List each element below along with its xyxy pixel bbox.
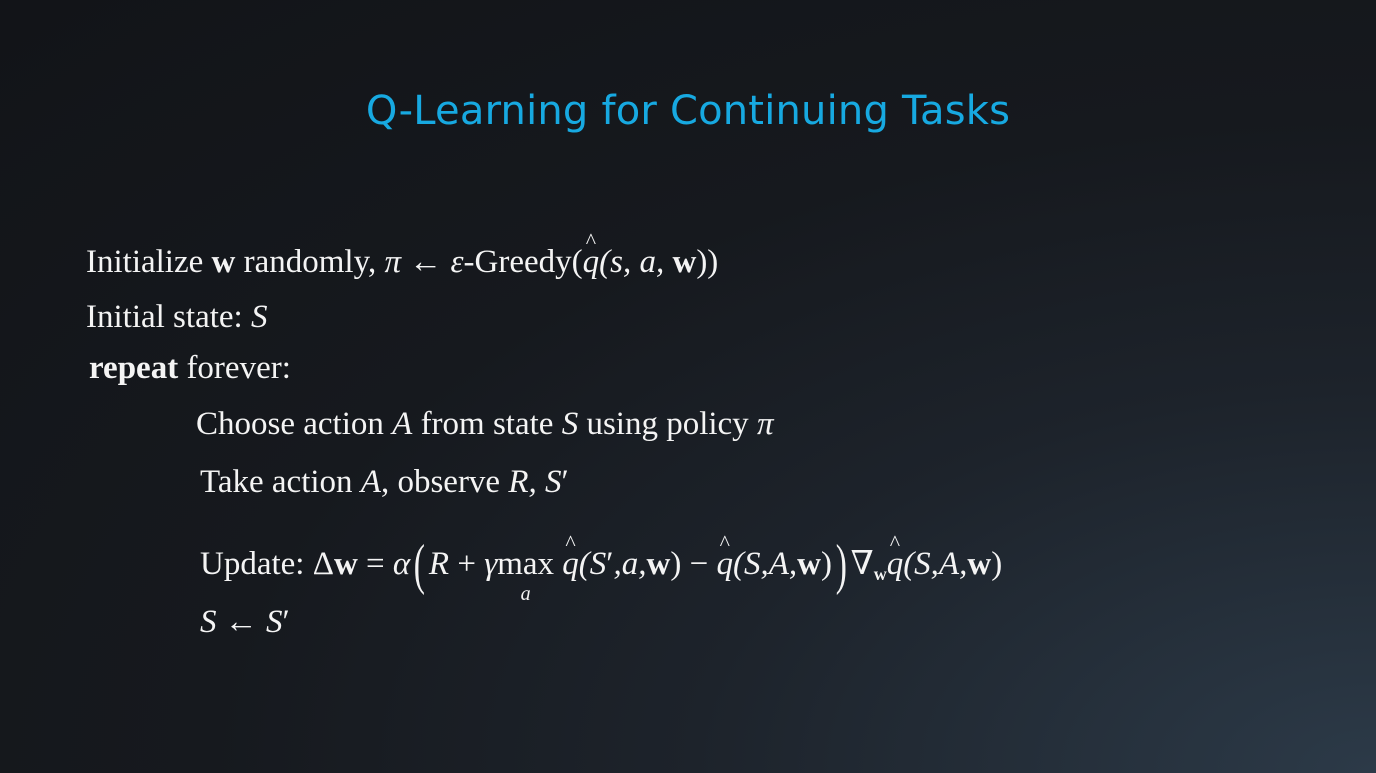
state-symbol: S bbox=[250, 299, 268, 335]
max-subscript: a bbox=[520, 583, 531, 605]
repeat-text: forever: bbox=[178, 350, 291, 386]
slide: Q-Learning for Continuing Tasks Initiali… bbox=[0, 0, 1376, 773]
init-close: )) bbox=[696, 244, 719, 280]
update-label: Update: bbox=[200, 546, 313, 582]
close-paren-1: ) bbox=[670, 546, 682, 582]
close-paren-3: ) bbox=[991, 546, 1003, 582]
gamma-symbol: γ bbox=[484, 546, 498, 582]
state-symbol: S bbox=[200, 604, 217, 640]
q-args: (s, a, bbox=[599, 244, 673, 280]
q-hat-symbol-3: q bbox=[887, 548, 904, 581]
choose-text-1: Choose action bbox=[196, 406, 393, 442]
choose-text-3: using policy bbox=[578, 406, 757, 442]
prime-mark: ′ bbox=[606, 546, 614, 582]
policy-symbol: π bbox=[384, 244, 402, 280]
equals-sign: = bbox=[357, 546, 393, 582]
alpha-symbol: α bbox=[392, 546, 411, 582]
repeat-line: repeat forever: bbox=[89, 352, 291, 385]
q-hat-symbol-2: q bbox=[716, 548, 733, 581]
weights-symbol: w bbox=[211, 244, 236, 280]
weights-symbol: w bbox=[646, 546, 671, 582]
take-text-1: Take action bbox=[200, 464, 361, 500]
state-symbol: S bbox=[561, 406, 579, 442]
weights-symbol: w bbox=[797, 546, 821, 582]
next-state-symbol: S bbox=[266, 604, 283, 640]
state-text: Initial state: bbox=[86, 299, 251, 335]
init-text-2: randomly, bbox=[235, 244, 385, 280]
q-args-2: (S,A, bbox=[732, 546, 798, 582]
repeat-keyword: repeat bbox=[89, 350, 179, 386]
prime-mark: ′ bbox=[561, 464, 569, 500]
take-text-2: , observe bbox=[380, 464, 509, 500]
right-paren: ) bbox=[835, 534, 847, 596]
q-hat-symbol: q bbox=[562, 548, 579, 581]
nabla-subscript: w bbox=[873, 564, 887, 584]
init-line: Initialize w randomly, π ← ε-Greedy(q(s,… bbox=[86, 246, 718, 279]
q-hat-symbol: q bbox=[583, 246, 600, 279]
update-line: Update: Δw = α(R + γ maxa q(S′,a,w) − q(… bbox=[200, 534, 1003, 605]
max-text: max bbox=[497, 546, 555, 582]
q-args-1a: (S bbox=[578, 546, 607, 582]
state-line: Initial state: S bbox=[86, 301, 267, 334]
assign-arrow: ← bbox=[401, 244, 451, 280]
slide-title: Q-Learning for Continuing Tasks bbox=[365, 88, 1011, 134]
prime-mark: ′ bbox=[282, 604, 290, 640]
minus-sign: − bbox=[681, 546, 717, 582]
action-symbol: A bbox=[360, 464, 381, 500]
assign-arrow: ← bbox=[216, 604, 266, 640]
reward-symbol: R bbox=[428, 546, 450, 582]
epsilon-symbol: ε bbox=[450, 244, 464, 280]
weights-symbol-2: w bbox=[672, 244, 697, 280]
max-operator: max a bbox=[497, 546, 555, 605]
weights-symbol: w bbox=[967, 546, 992, 582]
nabla-symbol: ∇ bbox=[850, 546, 874, 582]
choose-text-2: from state bbox=[412, 406, 562, 442]
delta-symbol: Δ bbox=[312, 546, 334, 582]
q-args-3: (S,A, bbox=[903, 546, 968, 582]
close-paren-2: ) bbox=[820, 546, 832, 582]
left-paren: ( bbox=[413, 534, 426, 596]
policy-symbol: π bbox=[756, 406, 774, 442]
choose-line: Choose action A from state S using polic… bbox=[196, 408, 773, 441]
reward-next-state: R, S bbox=[508, 464, 562, 500]
assign-line: S ← S′ bbox=[200, 606, 290, 639]
q-args-1b: ,a, bbox=[613, 546, 647, 582]
take-line: Take action A, observe R, S′ bbox=[200, 466, 569, 499]
init-text-1: Initialize bbox=[86, 244, 212, 280]
greedy-text: -Greedy( bbox=[463, 244, 583, 280]
weights-symbol: w bbox=[333, 546, 358, 582]
action-symbol: A bbox=[392, 406, 413, 442]
plus-sign: + bbox=[449, 546, 485, 582]
